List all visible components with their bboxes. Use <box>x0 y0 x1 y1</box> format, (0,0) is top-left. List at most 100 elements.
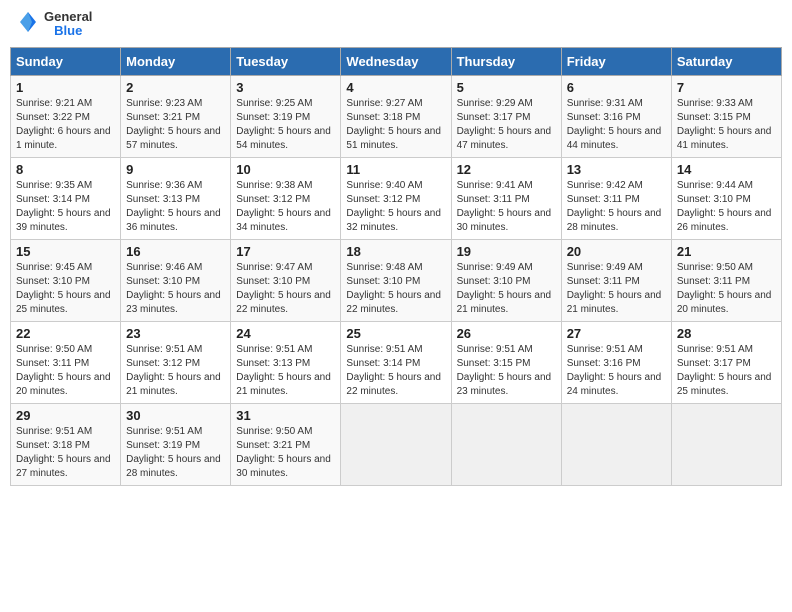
cell-empty <box>671 403 781 485</box>
day-info: Sunrise: 9:51 AMSunset: 3:17 PMDaylight:… <box>677 344 772 397</box>
header-tuesday: Tuesday <box>231 47 341 75</box>
cell-11: 11 Sunrise: 9:40 AMSunset: 3:12 PMDaylig… <box>341 157 451 239</box>
header-monday: Monday <box>121 47 231 75</box>
cell-1: 1 Sunrise: 9:21 AMSunset: 3:22 PMDayligh… <box>11 75 121 157</box>
day-info: Sunrise: 9:50 AMSunset: 3:21 PMDaylight:… <box>236 426 331 479</box>
cell-18: 18 Sunrise: 9:48 AMSunset: 3:10 PMDaylig… <box>341 239 451 321</box>
cell-30: 30 Sunrise: 9:51 AMSunset: 3:19 PMDaylig… <box>121 403 231 485</box>
day-number: 4 <box>346 80 445 95</box>
cell-19: 19 Sunrise: 9:49 AMSunset: 3:10 PMDaylig… <box>451 239 561 321</box>
day-number: 5 <box>457 80 556 95</box>
day-info: Sunrise: 9:35 AMSunset: 3:14 PMDaylight:… <box>16 180 111 233</box>
day-number: 12 <box>457 162 556 177</box>
day-number: 1 <box>16 80 115 95</box>
day-info: Sunrise: 9:45 AMSunset: 3:10 PMDaylight:… <box>16 262 111 315</box>
header-thursday: Thursday <box>451 47 561 75</box>
day-number: 11 <box>346 162 445 177</box>
day-info: Sunrise: 9:51 AMSunset: 3:19 PMDaylight:… <box>126 426 221 479</box>
header-friday: Friday <box>561 47 671 75</box>
day-number: 15 <box>16 244 115 259</box>
day-number: 20 <box>567 244 666 259</box>
day-number: 13 <box>567 162 666 177</box>
day-number: 8 <box>16 162 115 177</box>
day-info: Sunrise: 9:47 AMSunset: 3:10 PMDaylight:… <box>236 262 331 315</box>
week-row-4: 22 Sunrise: 9:50 AMSunset: 3:11 PMDaylig… <box>11 321 782 403</box>
day-info: Sunrise: 9:21 AMSunset: 3:22 PMDaylight:… <box>16 98 111 151</box>
day-number: 23 <box>126 326 225 341</box>
day-number: 31 <box>236 408 335 423</box>
day-number: 28 <box>677 326 776 341</box>
header-sunday: Sunday <box>11 47 121 75</box>
day-info: Sunrise: 9:42 AMSunset: 3:11 PMDaylight:… <box>567 180 662 233</box>
day-number: 29 <box>16 408 115 423</box>
day-number: 19 <box>457 244 556 259</box>
header-wednesday: Wednesday <box>341 47 451 75</box>
cell-23: 23 Sunrise: 9:51 AMSunset: 3:12 PMDaylig… <box>121 321 231 403</box>
day-info: Sunrise: 9:40 AMSunset: 3:12 PMDaylight:… <box>346 180 441 233</box>
week-row-3: 15 Sunrise: 9:45 AMSunset: 3:10 PMDaylig… <box>11 239 782 321</box>
day-number: 3 <box>236 80 335 95</box>
day-number: 26 <box>457 326 556 341</box>
day-info: Sunrise: 9:25 AMSunset: 3:19 PMDaylight:… <box>236 98 331 151</box>
cell-13: 13 Sunrise: 9:42 AMSunset: 3:11 PMDaylig… <box>561 157 671 239</box>
day-info: Sunrise: 9:50 AMSunset: 3:11 PMDaylight:… <box>677 262 772 315</box>
cell-24: 24 Sunrise: 9:51 AMSunset: 3:13 PMDaylig… <box>231 321 341 403</box>
cell-empty <box>451 403 561 485</box>
day-info: Sunrise: 9:51 AMSunset: 3:13 PMDaylight:… <box>236 344 331 397</box>
header: General Blue <box>10 10 782 39</box>
cell-25: 25 Sunrise: 9:51 AMSunset: 3:14 PMDaylig… <box>341 321 451 403</box>
day-info: Sunrise: 9:29 AMSunset: 3:17 PMDaylight:… <box>457 98 552 151</box>
cell-28: 28 Sunrise: 9:51 AMSunset: 3:17 PMDaylig… <box>671 321 781 403</box>
cell-5: 5 Sunrise: 9:29 AMSunset: 3:17 PMDayligh… <box>451 75 561 157</box>
day-number: 25 <box>346 326 445 341</box>
day-info: Sunrise: 9:48 AMSunset: 3:10 PMDaylight:… <box>346 262 441 315</box>
day-info: Sunrise: 9:23 AMSunset: 3:21 PMDaylight:… <box>126 98 221 151</box>
day-info: Sunrise: 9:27 AMSunset: 3:18 PMDaylight:… <box>346 98 441 151</box>
day-number: 17 <box>236 244 335 259</box>
cell-8: 8 Sunrise: 9:35 AMSunset: 3:14 PMDayligh… <box>11 157 121 239</box>
day-number: 2 <box>126 80 225 95</box>
day-number: 7 <box>677 80 776 95</box>
week-row-1: 1 Sunrise: 9:21 AMSunset: 3:22 PMDayligh… <box>11 75 782 157</box>
day-info: Sunrise: 9:46 AMSunset: 3:10 PMDaylight:… <box>126 262 221 315</box>
cell-empty <box>341 403 451 485</box>
cell-10: 10 Sunrise: 9:38 AMSunset: 3:12 PMDaylig… <box>231 157 341 239</box>
day-number: 27 <box>567 326 666 341</box>
day-info: Sunrise: 9:49 AMSunset: 3:11 PMDaylight:… <box>567 262 662 315</box>
day-info: Sunrise: 9:51 AMSunset: 3:14 PMDaylight:… <box>346 344 441 397</box>
day-number: 24 <box>236 326 335 341</box>
day-info: Sunrise: 9:36 AMSunset: 3:13 PMDaylight:… <box>126 180 221 233</box>
day-info: Sunrise: 9:41 AMSunset: 3:11 PMDaylight:… <box>457 180 552 233</box>
day-info: Sunrise: 9:38 AMSunset: 3:12 PMDaylight:… <box>236 180 331 233</box>
cell-29: 29 Sunrise: 9:51 AMSunset: 3:18 PMDaylig… <box>11 403 121 485</box>
day-number: 30 <box>126 408 225 423</box>
day-info: Sunrise: 9:51 AMSunset: 3:12 PMDaylight:… <box>126 344 221 397</box>
week-row-2: 8 Sunrise: 9:35 AMSunset: 3:14 PMDayligh… <box>11 157 782 239</box>
day-info: Sunrise: 9:51 AMSunset: 3:16 PMDaylight:… <box>567 344 662 397</box>
cell-9: 9 Sunrise: 9:36 AMSunset: 3:13 PMDayligh… <box>121 157 231 239</box>
day-number: 18 <box>346 244 445 259</box>
cell-2: 2 Sunrise: 9:23 AMSunset: 3:21 PMDayligh… <box>121 75 231 157</box>
day-number: 9 <box>126 162 225 177</box>
cell-4: 4 Sunrise: 9:27 AMSunset: 3:18 PMDayligh… <box>341 75 451 157</box>
cell-17: 17 Sunrise: 9:47 AMSunset: 3:10 PMDaylig… <box>231 239 341 321</box>
logo-bird-icon <box>14 10 42 38</box>
cell-12: 12 Sunrise: 9:41 AMSunset: 3:11 PMDaylig… <box>451 157 561 239</box>
cell-31: 31 Sunrise: 9:50 AMSunset: 3:21 PMDaylig… <box>231 403 341 485</box>
logo: General Blue <box>14 10 92 39</box>
cell-22: 22 Sunrise: 9:50 AMSunset: 3:11 PMDaylig… <box>11 321 121 403</box>
cell-6: 6 Sunrise: 9:31 AMSunset: 3:16 PMDayligh… <box>561 75 671 157</box>
cell-3: 3 Sunrise: 9:25 AMSunset: 3:19 PMDayligh… <box>231 75 341 157</box>
day-info: Sunrise: 9:50 AMSunset: 3:11 PMDaylight:… <box>16 344 111 397</box>
cell-empty <box>561 403 671 485</box>
day-number: 16 <box>126 244 225 259</box>
day-number: 6 <box>567 80 666 95</box>
header-saturday: Saturday <box>671 47 781 75</box>
cell-21: 21 Sunrise: 9:50 AMSunset: 3:11 PMDaylig… <box>671 239 781 321</box>
day-info: Sunrise: 9:49 AMSunset: 3:10 PMDaylight:… <box>457 262 552 315</box>
day-number: 21 <box>677 244 776 259</box>
day-number: 22 <box>16 326 115 341</box>
cell-16: 16 Sunrise: 9:46 AMSunset: 3:10 PMDaylig… <box>121 239 231 321</box>
logo-general-text: General <box>44 10 92 24</box>
day-info: Sunrise: 9:51 AMSunset: 3:15 PMDaylight:… <box>457 344 552 397</box>
